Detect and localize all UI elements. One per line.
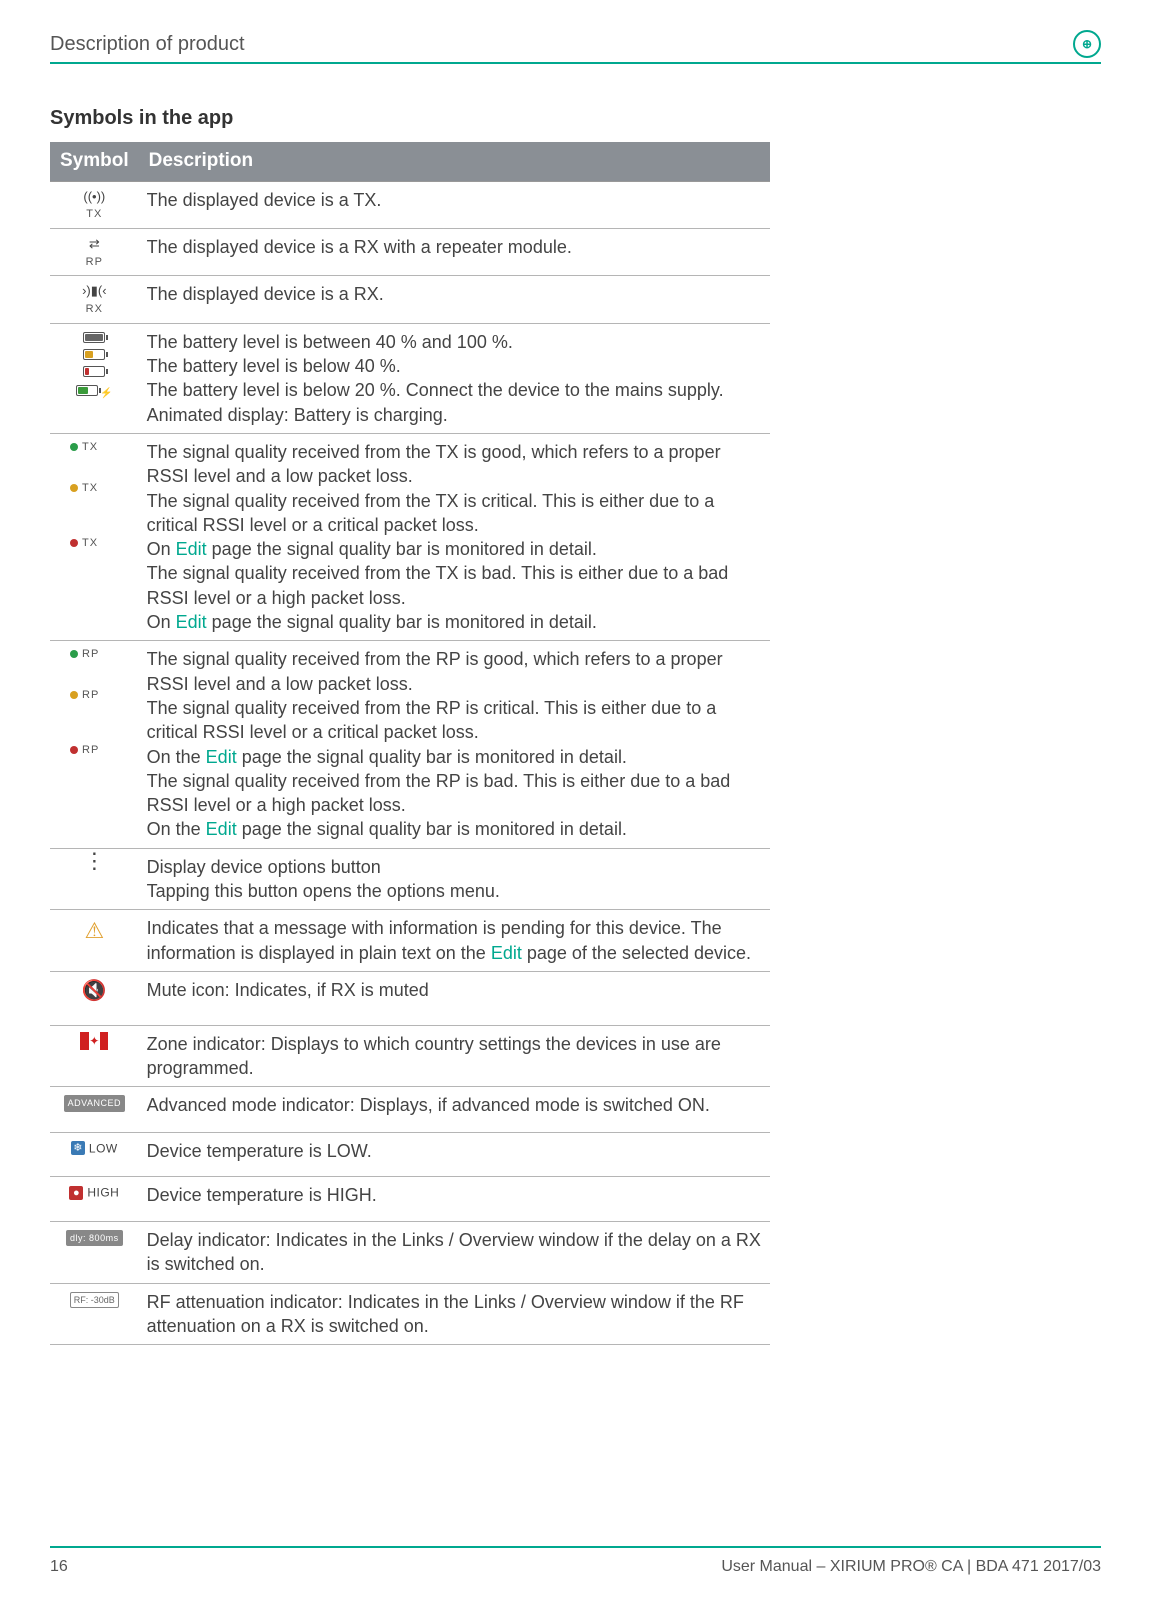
battery-40-icon — [83, 349, 105, 360]
table-row: ›)▮(‹ RX The displayed device is a RX. — [50, 276, 770, 323]
fire-icon: ● — [69, 1186, 83, 1200]
table-row: ((•)) TX The displayed device is a TX. — [50, 181, 770, 228]
options-symbol: ⋮ — [50, 848, 139, 910]
signal-rp-desc: The signal quality received from the RP … — [139, 641, 770, 848]
temp-high-symbol: ●HIGH — [50, 1177, 139, 1222]
symbols-table: Symbol Description ((•)) TX The displaye… — [50, 142, 770, 1345]
table-row: ⋮ Display device options button Tapping … — [50, 848, 770, 910]
signal-tx-desc: The signal quality received from the TX … — [139, 433, 770, 640]
signal-rp-symbols: RP RP RP — [50, 641, 139, 848]
delay-desc: Delay indicator: Indicates in the Links … — [139, 1221, 770, 1283]
battery-charging-icon: ⚡ — [76, 383, 112, 401]
battery-20-icon — [83, 366, 105, 377]
page-number: 16 — [50, 1556, 68, 1578]
advanced-desc: Advanced mode indicator: Displays, if ad… — [139, 1087, 770, 1132]
signal-bad-icon: TX — [60, 536, 131, 551]
temp-high-desc: Device temperature is HIGH. — [139, 1177, 770, 1222]
edit-link[interactable]: Edit — [176, 539, 207, 559]
battery-desc: The battery level is between 40 % and 10… — [139, 323, 770, 433]
rx-desc: The displayed device is a RX. — [139, 276, 770, 323]
snowflake-icon: ❄ — [71, 1141, 85, 1155]
warning-desc: Indicates that a message with informatio… — [139, 910, 770, 972]
edit-link[interactable]: Edit — [491, 943, 522, 963]
doc-id: User Manual – XIRIUM PRO® CA | BDA 471 2… — [721, 1556, 1101, 1578]
col-symbol: Symbol — [50, 142, 139, 181]
rx-symbol: ›)▮(‹ RX — [50, 276, 139, 323]
rp-desc: The displayed device is a RX with a repe… — [139, 228, 770, 275]
page-header: Description of product ⊕ — [50, 30, 1101, 64]
table-row: ⚡ The battery level is between 40 % and … — [50, 323, 770, 433]
table-row: ❄LOW Device temperature is LOW. — [50, 1132, 770, 1177]
temp-low-desc: Device temperature is LOW. — [139, 1132, 770, 1177]
table-row: ●HIGH Device temperature is HIGH. — [50, 1177, 770, 1222]
battery-symbols: ⚡ — [50, 323, 139, 433]
signal-good-icon: RP — [60, 647, 131, 662]
advanced-symbol: ADVANCED — [50, 1087, 139, 1132]
brand-logo-icon: ⊕ — [1073, 30, 1101, 58]
header-title: Description of product — [50, 30, 245, 58]
flag-canada-icon: ✦ — [80, 1032, 108, 1050]
zone-symbol: ✦ — [50, 1025, 139, 1087]
table-row: ⇄ RP The displayed device is a RX with a… — [50, 228, 770, 275]
warning-icon: ⚠ — [84, 918, 104, 943]
rp-symbol: ⇄ RP — [50, 228, 139, 275]
signal-bad-icon: RP — [60, 743, 131, 758]
receiver-icon: ›)▮(‹ — [82, 282, 106, 300]
battery-full-icon — [83, 332, 105, 343]
repeater-icon: ⇄ — [89, 235, 100, 253]
table-row: RP RP RP The signal quality received fro… — [50, 641, 770, 848]
mute-icon: 🔇 — [82, 980, 107, 1002]
signal-critical-icon: RP — [60, 688, 131, 703]
delay-symbol: dly: 800ms — [50, 1221, 139, 1283]
temp-low-symbol: ❄LOW — [50, 1132, 139, 1177]
mute-desc: Mute icon: Indicates, if RX is muted — [139, 971, 770, 1025]
table-row: ⚠ Indicates that a message with informat… — [50, 910, 770, 972]
signal-critical-icon: TX — [60, 481, 131, 496]
tx-symbol: ((•)) TX — [50, 181, 139, 228]
signal-tx-symbols: TX TX TX — [50, 433, 139, 640]
rf-symbol: RF: -30dB — [50, 1283, 139, 1345]
edit-link[interactable]: Edit — [176, 612, 207, 632]
table-row: ADVANCED Advanced mode indicator: Displa… — [50, 1087, 770, 1132]
col-description: Description — [139, 142, 770, 181]
edit-link[interactable]: Edit — [206, 747, 237, 767]
rf-desc: RF attenuation indicator: Indicates in t… — [139, 1283, 770, 1345]
delay-badge-icon: dly: 800ms — [66, 1230, 123, 1246]
more-options-icon: ⋮ — [83, 848, 105, 873]
table-row: 🔇 Mute icon: Indicates, if RX is muted — [50, 971, 770, 1025]
table-row: RF: -30dB RF attenuation indicator: Indi… — [50, 1283, 770, 1345]
table-row: dly: 800ms Delay indicator: Indicates in… — [50, 1221, 770, 1283]
rf-badge-icon: RF: -30dB — [70, 1292, 119, 1308]
table-row: TX TX TX The signal quality received fro… — [50, 433, 770, 640]
tx-desc: The displayed device is a TX. — [139, 181, 770, 228]
edit-link[interactable]: Edit — [206, 819, 237, 839]
table-row: ✦ Zone indicator: Displays to which coun… — [50, 1025, 770, 1087]
mute-symbol: 🔇 — [50, 971, 139, 1025]
advanced-badge-icon: ADVANCED — [64, 1095, 125, 1111]
signal-good-icon: TX — [60, 440, 131, 455]
zone-desc: Zone indicator: Displays to which countr… — [139, 1025, 770, 1087]
page-footer: 16 User Manual – XIRIUM PRO® CA | BDA 47… — [50, 1546, 1101, 1578]
options-desc: Display device options button Tapping th… — [139, 848, 770, 910]
broadcast-icon: ((•)) — [83, 188, 105, 206]
warning-symbol: ⚠ — [50, 910, 139, 972]
section-title: Symbols in the app — [50, 104, 1101, 132]
